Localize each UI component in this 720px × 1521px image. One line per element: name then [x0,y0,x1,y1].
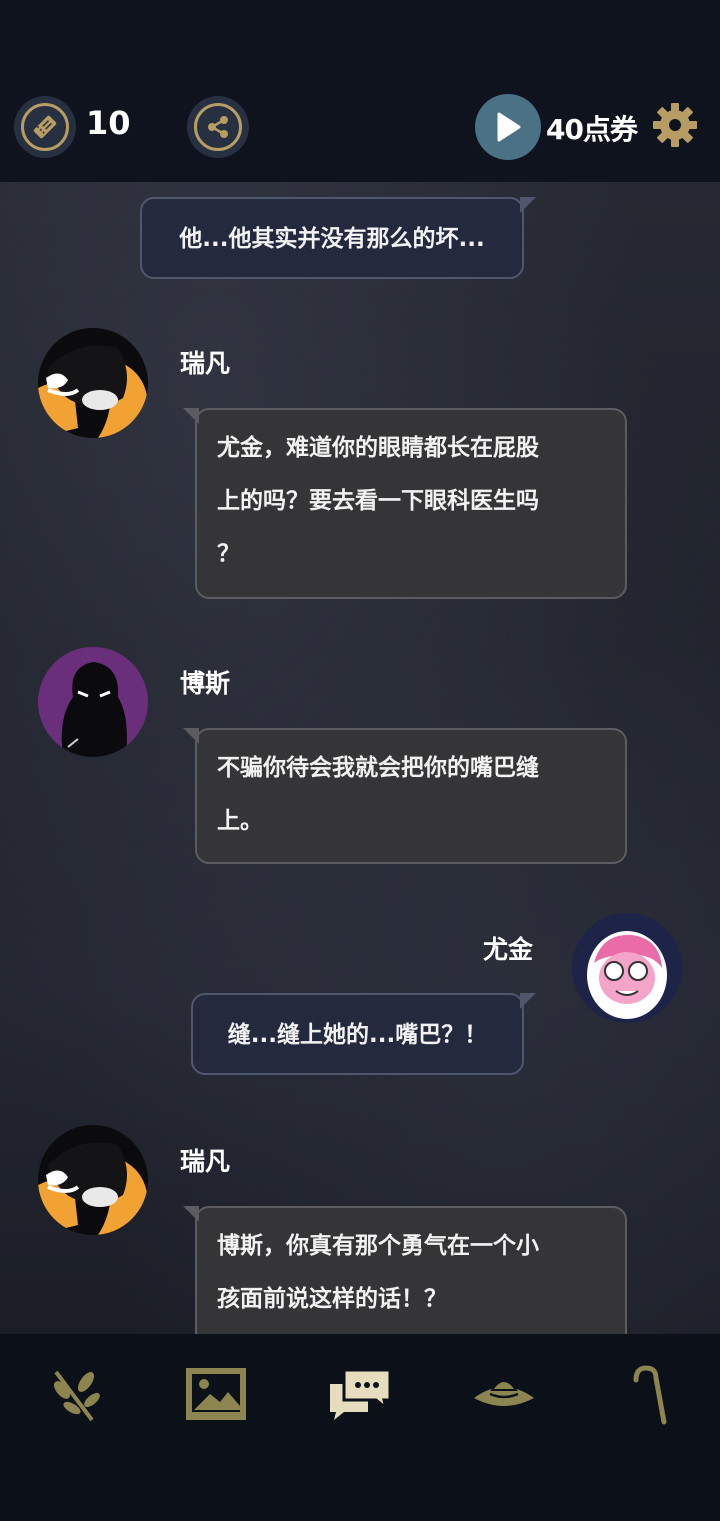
message-line: 尤金，难道你的眼睛都长在屁股 [217,435,539,461]
speaker-name: 瑞凡 [180,1147,231,1176]
ticket-icon [21,103,69,151]
speaker-name: 博斯 [180,669,231,698]
top-bar: 10 40点券 [0,0,720,182]
play-button[interactable] [475,94,541,160]
avatar-youjin [572,913,682,1023]
speaker-name: 瑞凡 [180,349,231,378]
gear-icon [653,103,697,147]
hat-icon[interactable] [472,1362,536,1426]
message-text: 他...他其实并没有那么的坏... [179,226,485,252]
message-line: 博斯，你真有那个勇气在一个小 [217,1233,539,1259]
chat-icon[interactable] [328,1362,392,1426]
speaker-name: 尤金 [483,935,534,964]
message-line: 上。 [217,808,263,834]
settings-button[interactable] [650,100,700,150]
player-choice-bubble: 缝...缝上她的...嘴巴？！ [191,993,536,1075]
player-choice-bubble: 他...他其实并没有那么的坏... [140,197,536,279]
chat-area[interactable]: 他...他其实并没有那么的坏... 瑞凡 尤金，难道你的眼睛都长在屁股 上的吗？… [0,182,720,1334]
sprig-icon[interactable] [42,1362,106,1426]
message-bubble: 不骗你待会我就会把你的嘴巴缝 上。 [183,728,627,864]
message-line: 上的吗？要去看一下眼科医生吗 [217,488,539,514]
gallery-icon[interactable] [184,1362,248,1426]
message-line: 不骗你待会我就会把你的嘴巴缝 [217,755,539,781]
share-button[interactable] [187,96,249,158]
message-bubble: 尤金，难道你的眼睛都长在屁股 上的吗？要去看一下眼科医生吗 ？ [183,408,627,599]
cane-icon[interactable] [616,1362,680,1426]
avatar-ruifan [38,328,148,438]
ticket-count: 10 [86,104,131,142]
avatar-bosi [38,647,148,757]
message-bubble: 博斯，你真有那个勇气在一个小 孩面前说这样的话！？ [183,1206,627,1334]
points-label: 40点券 [546,113,638,146]
play-icon [497,112,521,142]
message-text: 缝...缝上她的...嘴巴？！ [227,1022,488,1048]
avatar-ruifan [38,1125,148,1235]
message-line: 孩面前说这样的话！？ [217,1286,447,1312]
share-icon [194,103,242,151]
message-line: ？ [217,541,240,567]
ticket-button[interactable] [14,96,76,158]
